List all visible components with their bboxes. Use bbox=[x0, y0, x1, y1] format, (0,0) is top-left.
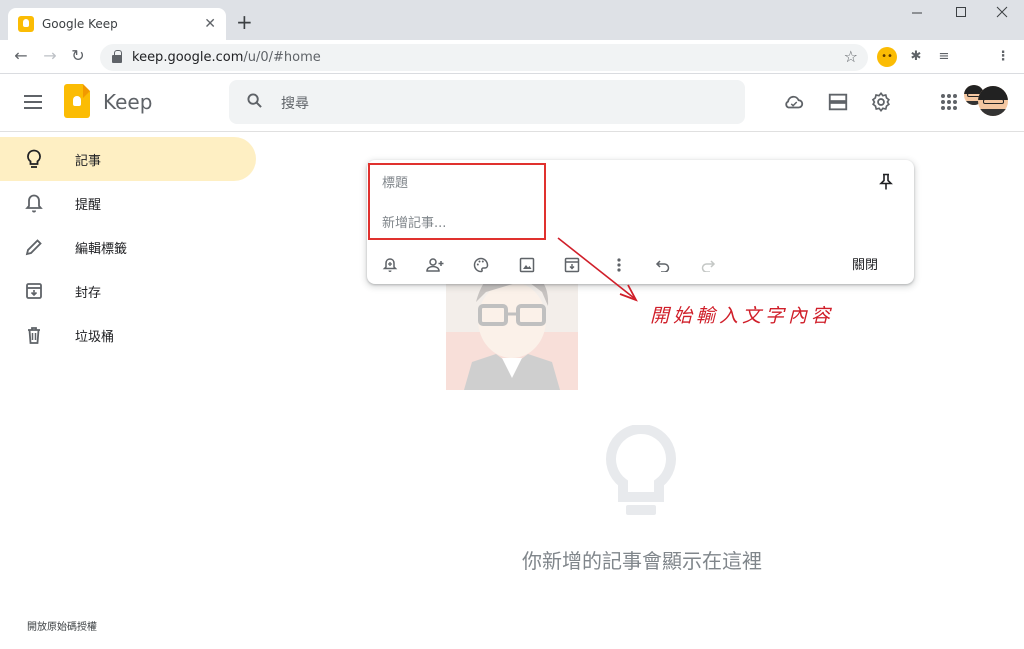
add-image-icon[interactable] bbox=[518, 256, 536, 274]
sidebar-item-archive[interactable]: 封存 bbox=[0, 269, 256, 313]
annotation-text: 開始輸入文字內容 bbox=[650, 305, 835, 327]
window-close-icon[interactable] bbox=[990, 6, 1014, 26]
tab-close-icon[interactable]: ✕ bbox=[204, 16, 216, 32]
new-tab-plus-icon[interactable]: + bbox=[236, 10, 253, 34]
sidebar-item-label: 編輯標籤 bbox=[75, 241, 128, 257]
sidebar-item-edit-labels[interactable]: 編輯標籤 bbox=[0, 225, 256, 269]
google-apps-grid-icon[interactable] bbox=[941, 94, 957, 110]
search-icon[interactable] bbox=[247, 93, 262, 108]
archive-icon bbox=[24, 281, 44, 301]
collaborator-add-icon[interactable] bbox=[426, 256, 444, 274]
tab-title: Google Keep bbox=[42, 17, 118, 31]
app-header: Keep 搜尋 bbox=[0, 75, 1024, 132]
sidebar-item-label: 垃圾桶 bbox=[75, 329, 115, 345]
annotation-arrow-icon bbox=[557, 237, 638, 302]
cloud-sync-icon[interactable] bbox=[783, 91, 805, 113]
browser-window: Google Keep ✕ + ← → ↻ keep.google.com/u/… bbox=[0, 0, 1024, 649]
highlight-box bbox=[368, 163, 546, 240]
forward-arrow-icon[interactable]: → bbox=[40, 46, 60, 66]
search-placeholder: 搜尋 bbox=[281, 96, 309, 112]
empty-lightbulb-icon bbox=[606, 425, 676, 515]
extension-emoji-icon[interactable]: •• bbox=[877, 47, 897, 67]
reload-icon[interactable]: ↻ bbox=[68, 46, 88, 66]
list-view-icon[interactable] bbox=[827, 91, 849, 113]
tab-strip: Google Keep ✕ + bbox=[0, 0, 1024, 40]
keep-logo-icon[interactable] bbox=[64, 84, 90, 118]
app-title[interactable]: Keep bbox=[103, 90, 152, 114]
browser-toolbar: ← → ↻ keep.google.com/u/0/#home ☆ •• ✱ ≡… bbox=[0, 40, 1024, 105]
pin-icon[interactable] bbox=[879, 173, 893, 191]
lock-icon bbox=[112, 50, 122, 63]
bell-icon bbox=[24, 193, 44, 213]
sidebar-item-label: 記事 bbox=[75, 153, 102, 169]
url-text: keep.google.com/u/0/#home bbox=[132, 50, 321, 65]
address-bar[interactable]: keep.google.com/u/0/#home ☆ bbox=[100, 44, 868, 71]
main-menu-icon[interactable] bbox=[24, 95, 42, 109]
open-source-licenses-link[interactable]: 開放原始碼授權 bbox=[27, 618, 97, 633]
sidebar-item-notes[interactable]: 記事 bbox=[0, 137, 256, 181]
pencil-icon bbox=[24, 237, 44, 257]
minimize-icon[interactable] bbox=[905, 6, 929, 26]
empty-state-message: 你新增的記事會顯示在這裡 bbox=[522, 549, 762, 573]
extensions-puzzle-icon[interactable]: ✱ bbox=[906, 47, 926, 67]
account-avatar[interactable] bbox=[978, 86, 1008, 116]
maximize-icon[interactable] bbox=[949, 6, 973, 26]
back-arrow-icon[interactable]: ← bbox=[11, 46, 31, 66]
redo-icon[interactable] bbox=[699, 256, 717, 274]
sidebar-item-label: 提醒 bbox=[75, 197, 102, 213]
browser-menu-icon[interactable]: ⋮ bbox=[993, 47, 1013, 67]
lightbulb-icon bbox=[24, 149, 44, 169]
keep-favicon-icon bbox=[18, 16, 34, 32]
media-queue-icon[interactable]: ≡ bbox=[934, 47, 954, 67]
sidebar-item-reminders[interactable]: 提醒 bbox=[0, 181, 256, 225]
remind-me-bell-icon[interactable] bbox=[381, 256, 399, 274]
sidebar-item-label: 封存 bbox=[75, 285, 102, 301]
sidebar-item-trash[interactable]: 垃圾桶 bbox=[0, 313, 256, 357]
sidebar: 記事 提醒 編輯標籤 封存 垃圾桶 bbox=[0, 137, 258, 357]
undo-icon[interactable] bbox=[654, 256, 672, 274]
settings-gear-icon[interactable] bbox=[870, 91, 892, 113]
bookmark-star-icon[interactable]: ☆ bbox=[844, 47, 858, 66]
trash-icon bbox=[24, 325, 44, 345]
browser-tab[interactable]: Google Keep ✕ bbox=[8, 8, 226, 40]
search-input[interactable]: 搜尋 bbox=[229, 80, 745, 124]
close-button[interactable]: 關閉 bbox=[852, 254, 878, 273]
background-palette-icon[interactable] bbox=[472, 256, 490, 274]
